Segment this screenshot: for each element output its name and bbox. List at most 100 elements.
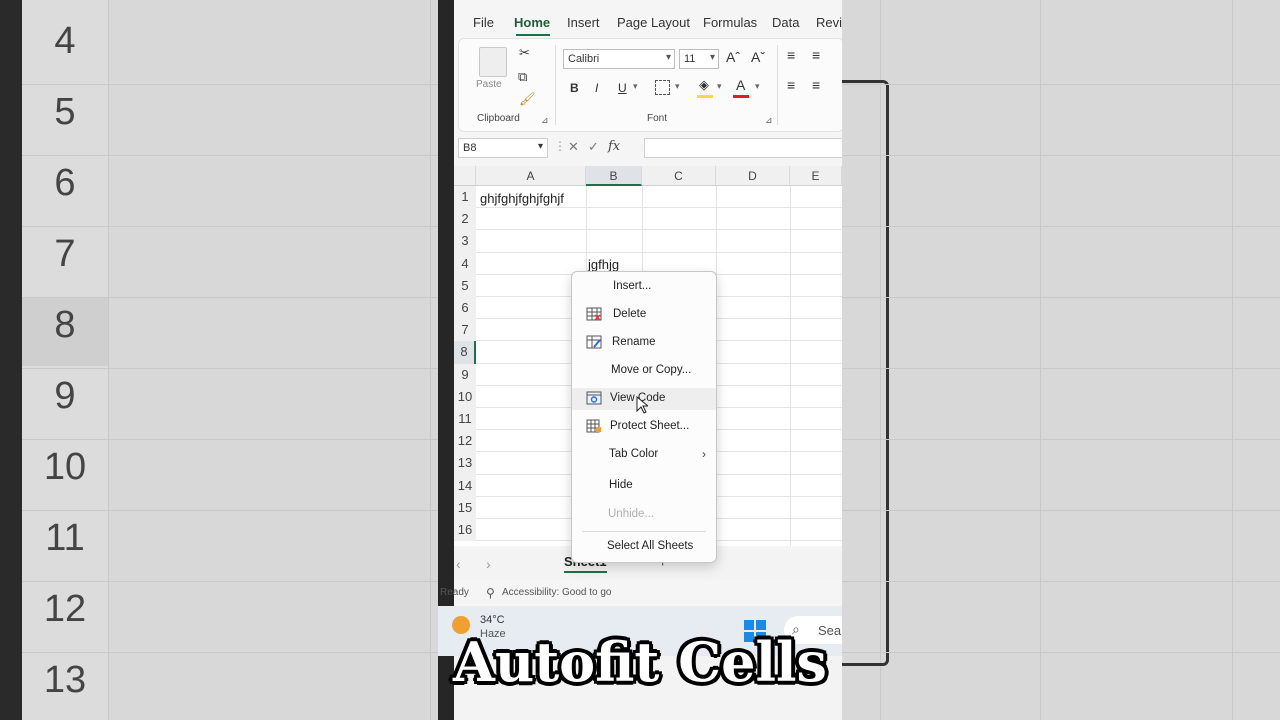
- menu-item-insert[interactable]: Insert...: [572, 276, 716, 298]
- chevron-down-icon[interactable]: ▾: [717, 81, 722, 92]
- row-header-3[interactable]: 3: [454, 230, 476, 253]
- chevron-down-icon[interactable]: ▾: [675, 81, 680, 92]
- left-row-number: 11: [45, 517, 85, 559]
- left-row-number: 8: [54, 304, 76, 346]
- column-header-d[interactable]: D: [716, 166, 790, 186]
- scroll-tabs-right-icon[interactable]: ›: [486, 556, 491, 572]
- tab-data[interactable]: Data: [772, 15, 799, 30]
- menu-item-tab-color[interactable]: Tab Color ›: [572, 444, 716, 466]
- row-header-10[interactable]: 10: [454, 385, 476, 408]
- column-header-a[interactable]: A: [476, 166, 586, 186]
- row-header-8[interactable]: 8: [454, 341, 476, 364]
- column-header-e[interactable]: E: [790, 166, 842, 186]
- row-header-6[interactable]: 6: [454, 297, 476, 320]
- menu-item-select-all-sheets[interactable]: Select All Sheets: [572, 536, 716, 558]
- menu-item-protect-sheet[interactable]: Protect Sheet...: [572, 416, 716, 438]
- tab-insert[interactable]: Insert: [567, 15, 600, 30]
- scroll-tabs-left-icon[interactable]: ‹: [456, 556, 461, 572]
- right-grid-hline: [842, 652, 1280, 653]
- status-ready: Ready: [440, 587, 469, 598]
- row-header-14[interactable]: 14: [454, 474, 476, 497]
- cell-a1[interactable]: ghjfghjfghjfghjf: [480, 191, 564, 206]
- column-header-b[interactable]: B: [586, 166, 642, 186]
- more-options-icon[interactable]: ⋮: [554, 139, 566, 153]
- tab-home[interactable]: Home: [514, 15, 550, 30]
- bold-button[interactable]: B: [570, 81, 579, 95]
- grow-font-button[interactable]: Aˆ: [726, 49, 740, 65]
- left-dark-edge: [0, 0, 22, 720]
- menu-item-move-or-copy[interactable]: Move or Copy...: [572, 360, 716, 382]
- row-header-7[interactable]: 7: [454, 319, 476, 342]
- clipboard-launcher-icon[interactable]: ⊿: [541, 115, 549, 126]
- left-row-number: 5: [54, 91, 76, 133]
- italic-button[interactable]: I: [595, 81, 598, 95]
- select-all-corner[interactable]: [454, 166, 476, 186]
- font-size-combo[interactable]: 11 ▾: [679, 49, 719, 69]
- video-caption: Autofit Cells: [453, 630, 827, 694]
- tab-file[interactable]: File: [473, 15, 494, 30]
- protect-sheet-icon: [586, 419, 601, 433]
- fill-color-icon[interactable]: ◈: [699, 77, 709, 93]
- tab-review[interactable]: Revi: [816, 15, 842, 30]
- left-grid-hline: [22, 297, 438, 298]
- row-header-16[interactable]: 16: [454, 519, 476, 542]
- left-grid-vline: [430, 0, 431, 720]
- name-box[interactable]: B8 ▾: [458, 138, 548, 158]
- left-grid-hline: [22, 510, 438, 511]
- menu-item-hide[interactable]: Hide: [572, 475, 716, 497]
- chevron-right-icon: ›: [702, 447, 706, 461]
- menu-item-rename[interactable]: Rename: [572, 332, 716, 354]
- row-header-15[interactable]: 15: [454, 496, 476, 519]
- chevron-down-icon[interactable]: ▾: [755, 81, 760, 92]
- fill-color-swatch: [697, 95, 713, 98]
- left-grid-hline: [22, 652, 438, 653]
- format-painter-icon[interactable]: 🖌: [519, 91, 536, 107]
- left-row-number: 4: [54, 20, 76, 62]
- paste-button[interactable]: Paste: [476, 79, 502, 90]
- right-grid-hline: [842, 368, 1280, 369]
- right-grid-hline: [842, 226, 1280, 227]
- menu-item-unhide: Unhide...: [572, 504, 716, 526]
- insert-function-button[interactable]: fx: [608, 139, 620, 154]
- borders-icon[interactable]: [655, 80, 670, 95]
- right-grid-hline: [842, 155, 1280, 156]
- align-top-icon[interactable]: ≡: [787, 47, 795, 63]
- cell-b4[interactable]: jgfhjg: [588, 257, 619, 272]
- left-grid-hline: [22, 368, 438, 369]
- row-header-4[interactable]: 4: [454, 252, 476, 275]
- font-launcher-icon[interactable]: ⊿: [765, 115, 773, 126]
- underline-button[interactable]: U: [618, 81, 627, 95]
- menu-item-view-code[interactable]: View Code: [572, 388, 716, 414]
- font-group-label: Font: [647, 113, 668, 124]
- row-header-13[interactable]: 13: [454, 452, 476, 475]
- row-header-12[interactable]: 12: [454, 430, 476, 453]
- left-grid-hline: [22, 84, 438, 85]
- menu-item-label: Insert...: [613, 280, 652, 292]
- row-header-1[interactable]: 1: [454, 186, 476, 209]
- cut-icon[interactable]: ✂: [519, 45, 530, 61]
- temperature: 34°C: [480, 614, 505, 626]
- tab-formulas[interactable]: Formulas: [703, 15, 757, 30]
- right-grid-hline: [842, 439, 1280, 440]
- column-header-c[interactable]: C: [642, 166, 716, 186]
- align-middle-icon[interactable]: ≡: [812, 47, 820, 63]
- shrink-font-button[interactable]: Aˇ: [751, 49, 765, 65]
- align-left-icon[interactable]: ≡: [787, 77, 795, 93]
- row-header-11[interactable]: 11: [454, 408, 476, 431]
- menu-item-delete[interactable]: Delete: [572, 304, 716, 326]
- tab-page-layout[interactable]: Page Layout: [617, 15, 690, 30]
- cancel-entry-icon[interactable]: ✕: [568, 139, 579, 155]
- accessibility-status[interactable]: Accessibility: Good to go: [502, 587, 612, 598]
- paste-icon[interactable]: [479, 47, 507, 77]
- ribbon-separator: [555, 45, 556, 125]
- confirm-entry-icon[interactable]: ✓: [588, 139, 599, 155]
- chevron-down-icon[interactable]: ▾: [633, 81, 638, 92]
- copy-icon[interactable]: ⧉: [518, 69, 527, 85]
- align-center-icon[interactable]: ≡: [812, 77, 820, 93]
- row-header-9[interactable]: 9: [454, 363, 476, 386]
- formula-input[interactable]: [644, 138, 842, 158]
- row-header-2[interactable]: 2: [454, 208, 476, 231]
- font-color-icon[interactable]: A: [736, 77, 745, 93]
- font-name-combo[interactable]: Calibri ▾: [563, 49, 675, 69]
- row-header-5[interactable]: 5: [454, 274, 476, 297]
